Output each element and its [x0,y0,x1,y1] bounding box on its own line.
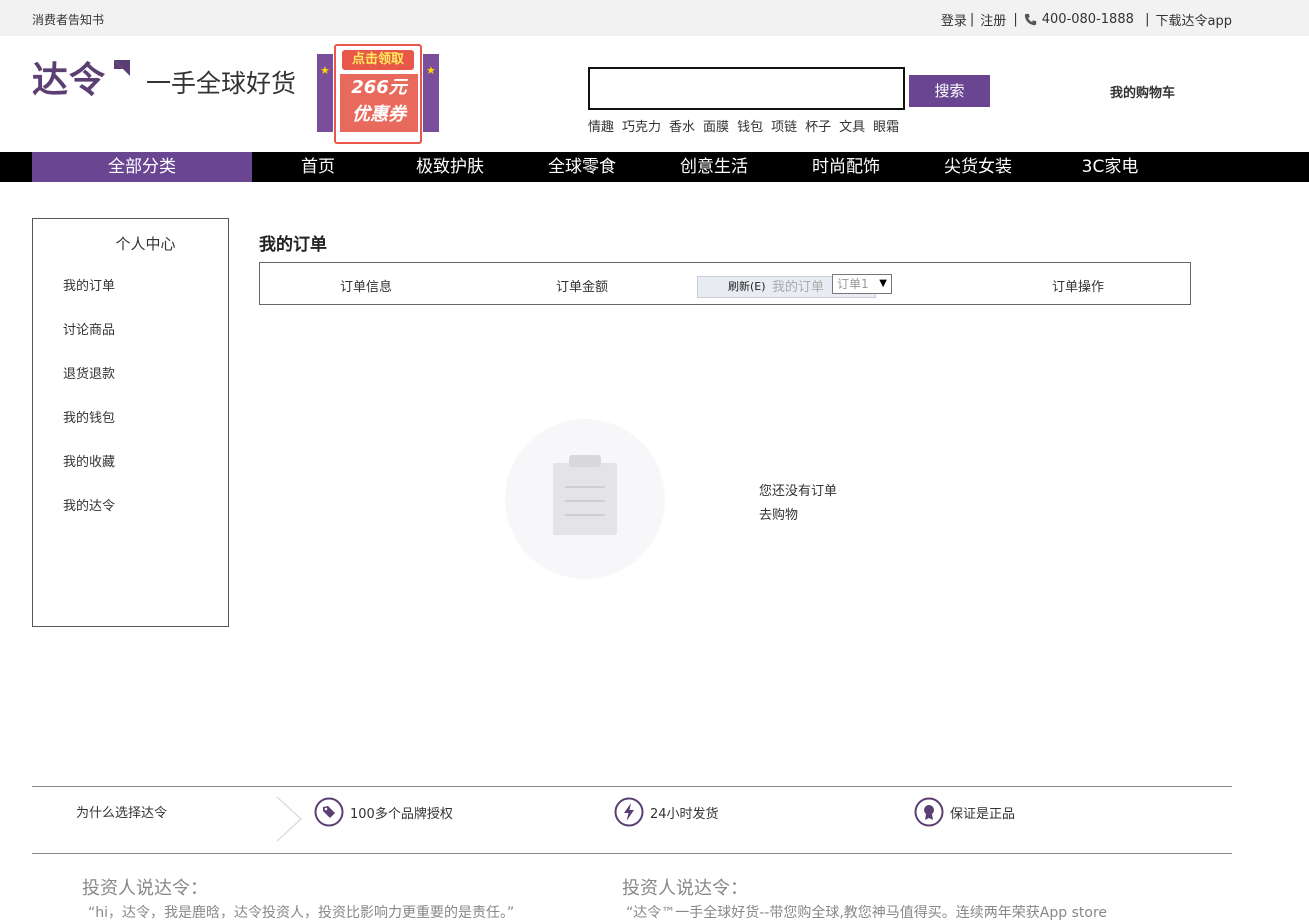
star-icon: ★ [426,64,436,77]
sidebar-item-my-orders[interactable]: 我的订单 [63,277,115,321]
shopping-cart-link[interactable]: 我的购物车 [1110,82,1175,101]
investor-quote: “hi，达令，我是鹿晗，达令投资人，投资比影响力更重要的是责任。” [88,905,515,921]
lightning-icon [614,797,644,827]
feature-label: 保证是正品 [950,806,1016,822]
order-filter-label: 我的订单 [772,280,825,295]
hot-keyword[interactable]: 眼霜 [873,116,899,135]
top-bar-links: 登录 | 注册 | 400-080-1888 | 下载达令app [940,10,1232,29]
feature-brands: 100多个品牌授权 [314,797,453,827]
hot-keyword[interactable]: 香水 [669,116,695,135]
order-filter-value: 订单1 [837,277,869,291]
register-link[interactable]: 注册 [980,10,1006,29]
hot-keyword[interactable]: 钱包 [737,116,763,135]
logo-flag-icon [114,60,131,76]
nav-item-home[interactable]: 首页 [252,152,384,182]
sidebar-title: 个人中心 [115,235,176,253]
feature-label: 24小时发货 [650,806,719,822]
login-link[interactable]: 登录 [941,10,967,29]
investor-quote: “达令™一手全球好货--带您购全球,教您神马值得买。连续两年荣获App stor… [626,905,1108,921]
main-nav: 全部分类 首页 极致护肤 全球零食 创意生活 时尚配饰 尖货女装 3C家电 [0,152,1309,182]
empty-orders-message: 您还没有订单 [759,484,838,499]
nav-item-electronics[interactable]: 3C家电 [1044,152,1176,182]
search-input[interactable] [588,67,905,110]
investor-title: 投资人说达令： [82,878,208,899]
nav-item-womens-wear[interactable]: 尖货女装 [912,152,1044,182]
badge-icon [914,797,944,827]
empty-orders-illustration [505,419,665,579]
feature-authentic: 保证是正品 [914,797,1015,827]
sidebar-item-wallet[interactable]: 我的钱包 [63,409,115,453]
download-app-link[interactable]: 下载达令app [1156,10,1232,29]
personal-center-sidebar: 个人中心 我的订单 讨论商品 退货退款 我的钱包 我的收藏 我的达令 [32,218,229,627]
order-filter-select[interactable]: 订单1 ▼ [832,274,892,294]
chevron-right-icon [276,796,302,842]
nav-item-snacks[interactable]: 全球零食 [516,152,648,182]
search-button[interactable]: 搜索 [909,75,990,107]
site-logo[interactable]: 达令 [32,52,132,102]
hot-keyword[interactable]: 文具 [839,116,865,135]
feature-label: 100多个品牌授权 [350,806,453,822]
coupon-banner[interactable]: ★ ★ 点击领取 266元 优惠券 [317,44,439,148]
clipboard-icon [553,455,617,535]
hot-keyword[interactable]: 项链 [771,116,797,135]
column-order-info: 订单信息 [340,280,393,295]
hot-keyword[interactable]: 情趣 [588,116,614,135]
sidebar-item-my-daling[interactable]: 我的达令 [63,497,115,541]
hot-keywords: 情趣 巧克力 香水 面膜 钱包 项链 杯子 文具 眼霜 [588,116,907,135]
hotline-number: 400-080-1888 [1041,12,1134,27]
hot-keyword[interactable]: 巧克力 [622,116,661,135]
site-slogan: 一手全球好货 [146,69,297,98]
sidebar-item-favorites[interactable]: 我的收藏 [63,453,115,497]
sidebar-menu: 我的订单 讨论商品 退货退款 我的钱包 我的收藏 我的达令 [63,277,115,541]
top-bar: 消费者告知书 登录 | 注册 | 400-080-1888 | 下载达令app [0,0,1309,36]
sidebar-item-returns[interactable]: 退货退款 [63,365,115,409]
nav-item-creative-life[interactable]: 创意生活 [648,152,780,182]
coupon-amount: 266元 [351,77,407,98]
divider [32,853,1232,854]
feature-shipping: 24小时发货 [614,797,719,827]
nav-item-accessories[interactable]: 时尚配饰 [780,152,912,182]
coupon-card: 点击领取 266元 优惠券 [334,44,422,144]
hot-keyword[interactable]: 杯子 [805,116,831,135]
dropdown-arrow-icon: ▼ [879,278,887,289]
all-categories-button[interactable]: 全部分类 [32,152,252,182]
consumer-notice-link[interactable]: 消费者告知书 [32,11,104,28]
logo-text: 达令 [32,59,107,101]
nav-items: 首页 极致护肤 全球零食 创意生活 时尚配饰 尖货女装 3C家电 [252,152,1176,182]
hot-keyword[interactable]: 面膜 [703,116,729,135]
tag-icon [314,797,344,827]
nav-item-skincare[interactable]: 极致护肤 [384,152,516,182]
go-shopping-link[interactable]: 去购物 [759,504,798,523]
coupon-label: 优惠券 [352,104,406,125]
phone-icon [1024,13,1036,26]
divider [32,786,1232,787]
sidebar-item-discussions[interactable]: 讨论商品 [63,321,115,365]
column-order-amount: 订单金额 [556,280,609,295]
coupon-head: 点击领取 [342,50,414,70]
star-icon: ★ [320,64,330,77]
why-choose-label: 为什么选择达令 [76,806,168,821]
investor-title: 投资人说达令： [622,878,748,899]
coupon-body: 266元 优惠券 [340,74,418,132]
page-title: 我的订单 [259,235,327,255]
column-order-actions: 订单操作 [1052,280,1105,295]
